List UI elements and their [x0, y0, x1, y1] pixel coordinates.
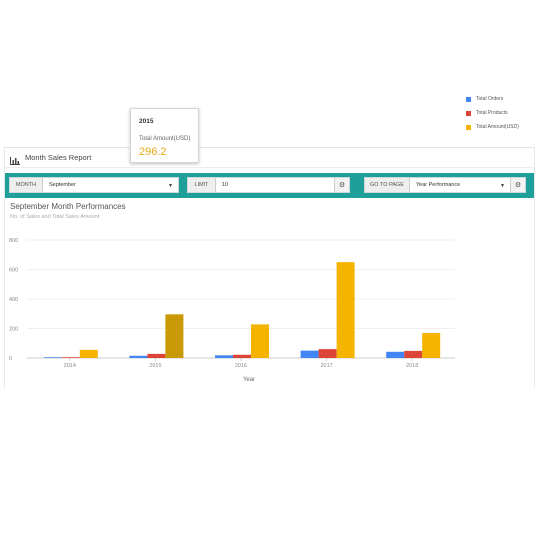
bar-total-orders-2015	[129, 355, 148, 358]
tooltip-value: 296.2	[139, 146, 167, 158]
bar-total-orders-2018	[386, 351, 405, 358]
bar-total-amount-usd--2015	[165, 314, 184, 358]
x-tick-label: 2016	[235, 363, 247, 369]
bar-total-products-2014	[61, 357, 80, 358]
x-tick-label: 2015	[149, 363, 161, 369]
bar-total-amount-usd--2017	[336, 262, 355, 358]
bar-total-orders-2016	[215, 355, 233, 358]
legend-item-products[interactable]: Total Products	[466, 106, 519, 120]
x-axis-title: Year	[243, 377, 255, 383]
bar-total-products-2016	[233, 354, 251, 358]
bar-chart: 0 200 400 600 800 2014 2015 2016 2017 2018 Year	[9, 238, 455, 383]
chart-tooltip: 2015 Total Amount(USD) 296.2	[130, 108, 199, 163]
bar-total-products-2017	[318, 349, 337, 358]
x-tick-label: 2018	[406, 363, 418, 369]
bar-total-orders-2017	[300, 350, 319, 358]
y-tick-label: 600	[9, 268, 18, 274]
legend-swatch	[466, 110, 471, 116]
x-tick-label: 2014	[64, 363, 76, 369]
tooltip-category: 2015	[139, 118, 154, 125]
bar-total-orders-2014	[43, 357, 62, 358]
y-tick-label: 800	[9, 238, 18, 244]
legend-swatch	[466, 96, 471, 102]
bar-total-amount-usd--2018	[422, 332, 441, 358]
x-tick-label: 2017	[320, 363, 332, 369]
y-tick-label: 0	[9, 356, 12, 362]
y-tick-label: 400	[9, 297, 18, 303]
y-tick-label: 200	[9, 327, 18, 333]
bar-total-amount-usd--2016	[251, 324, 269, 358]
bar-total-products-2018	[404, 350, 423, 358]
bar-total-products-2015	[147, 353, 166, 358]
bar-total-amount-usd--2014	[79, 349, 98, 358]
legend-label: Total Orders	[476, 96, 504, 102]
legend-item-amount[interactable]: Total Amount(USD)	[466, 120, 519, 134]
legend-item-orders[interactable]: Total Orders	[466, 92, 519, 106]
legend-swatch	[466, 124, 471, 130]
legend-label: Total Amount(USD)	[476, 124, 519, 130]
tooltip-label: Total Amount(USD)	[139, 136, 191, 142]
legend-label: Total Products	[476, 110, 508, 116]
chart-legend: Total Orders Total Products Total Amount…	[466, 92, 519, 134]
